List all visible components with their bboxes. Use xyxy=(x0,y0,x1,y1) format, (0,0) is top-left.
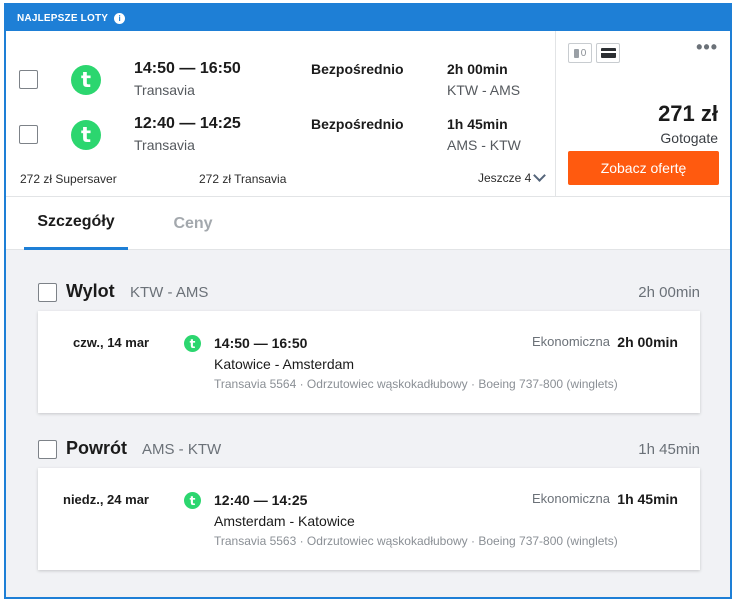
legs-panel: t 14:50 — 16:50 Transavia Bezpośrednio 2… xyxy=(6,31,555,196)
segment-date: niedz., 24 mar xyxy=(63,492,149,507)
alt-price-transavia[interactable]: 272 zł Transavia xyxy=(199,172,286,186)
section-outbound-header: Wylot KTW - AMS 2h 00min xyxy=(38,281,700,305)
leg-checkbox[interactable] xyxy=(19,70,38,89)
leg-outbound: t 14:50 — 16:50 Transavia Bezpośrednio 2… xyxy=(6,56,555,106)
segment-duration: 2h 00min xyxy=(617,334,678,350)
credit-card-icon xyxy=(600,48,616,58)
segment-info: Transavia 5564 · Odrzutowiec wąskokadłub… xyxy=(214,377,618,391)
section-route: AMS - KTW xyxy=(142,441,222,458)
more-offers-label: Jeszcze 4 xyxy=(478,171,532,185)
segment-date: czw., 14 mar xyxy=(73,335,150,350)
segment-cities: Katowice - Amsterdam xyxy=(214,356,355,372)
section-checkbox[interactable] xyxy=(38,283,57,302)
leg-carrier: Transavia xyxy=(134,82,195,98)
best-flights-badge: NAJLEPSZE LOTY i xyxy=(6,5,730,31)
fare-features: 0 xyxy=(568,43,620,63)
leg-carrier: Transavia xyxy=(134,137,195,153)
tab-prices[interactable]: Ceny xyxy=(158,197,228,250)
tab-details[interactable]: Szczegóły xyxy=(24,197,128,250)
segment-duration: 1h 45min xyxy=(617,491,678,507)
info-icon[interactable]: i xyxy=(114,12,126,24)
section-return-header: Powrót AMS - KTW 1h 45min xyxy=(38,438,700,462)
flight-result-card: NAJLEPSZE LOTY i t 14:50 — 16:50 Transav… xyxy=(4,3,732,599)
view-deal-button[interactable]: Zobacz ofertę xyxy=(568,151,719,185)
leg-route: KTW - AMS xyxy=(447,82,521,98)
leg-times: 12:40 — 14:25 xyxy=(134,115,241,132)
transavia-logo-icon: t xyxy=(71,65,101,95)
section-checkbox[interactable] xyxy=(38,440,57,459)
leg-stops: Bezpośrednio xyxy=(311,116,404,132)
section-route: KTW - AMS xyxy=(130,284,209,301)
section-title: Wylot xyxy=(66,281,115,301)
segment-card-outbound: czw., 14 mar t 14:50 — 16:50 Katowice - … xyxy=(38,311,700,413)
payment-card-icon[interactable] xyxy=(596,43,620,63)
details-panel: Szczegóły Ceny Wylot KTW - AMS 2h 00min … xyxy=(6,196,730,597)
leg-duration: 2h 00min xyxy=(447,61,508,77)
section-title: Powrót xyxy=(66,438,127,458)
carry-on-bag-icon[interactable]: 0 xyxy=(568,43,592,63)
offer-panel: 0 ••• 271 zł Gotogate Zobacz ofertę xyxy=(555,31,730,196)
leg-stops: Bezpośrednio xyxy=(311,61,404,77)
offer-provider: Gotogate xyxy=(660,130,718,146)
bag-glyph-icon xyxy=(573,48,579,58)
segment-card-return: niedz., 24 mar t 12:40 — 14:25 Amsterdam… xyxy=(38,468,700,570)
carry-on-count: 0 xyxy=(580,47,587,59)
details-tabs: Szczegóły Ceny xyxy=(6,197,730,250)
section-duration: 1h 45min xyxy=(638,441,700,458)
more-options-icon[interactable]: ••• xyxy=(696,37,718,58)
transavia-logo-icon: t xyxy=(184,492,201,509)
segment-times: 14:50 — 16:50 xyxy=(214,335,308,351)
leg-checkbox[interactable] xyxy=(19,125,38,144)
more-offers-link[interactable]: Jeszcze 4 xyxy=(478,169,547,185)
segment-cities: Amsterdam - Katowice xyxy=(214,513,355,529)
segment-times: 12:40 — 14:25 xyxy=(214,492,308,508)
flight-summary: t 14:50 — 16:50 Transavia Bezpośrednio 2… xyxy=(6,31,730,196)
leg-times: 14:50 — 16:50 xyxy=(134,60,241,77)
section-duration: 2h 00min xyxy=(638,284,700,301)
transavia-logo-icon: t xyxy=(71,120,101,150)
segment-cabin: Ekonomiczna xyxy=(531,334,610,349)
segment-info: Transavia 5563 · Odrzutowiec wąskokadłub… xyxy=(214,534,618,548)
leg-duration: 1h 45min xyxy=(447,116,508,132)
leg-return: t 12:40 — 14:25 Transavia Bezpośrednio 1… xyxy=(6,111,555,161)
transavia-logo-icon: t xyxy=(184,335,201,352)
alt-price-supersaver[interactable]: 272 zł Supersaver xyxy=(20,172,117,186)
badge-label: NAJLEPSZE LOTY xyxy=(17,12,109,24)
offer-price: 271 zł xyxy=(658,101,718,126)
chevron-down-icon xyxy=(533,169,547,182)
leg-route: AMS - KTW xyxy=(447,137,521,153)
segment-cabin: Ekonomiczna xyxy=(531,491,610,506)
